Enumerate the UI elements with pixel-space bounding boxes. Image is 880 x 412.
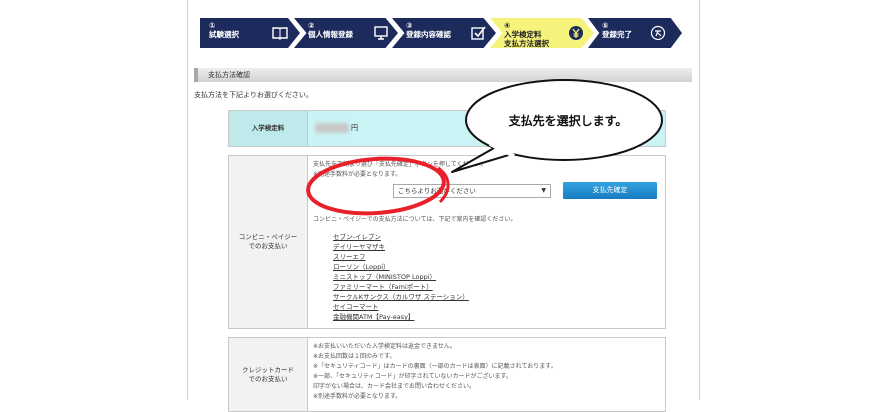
fee-label: 入学検定料 [229, 111, 308, 146]
credit-note-5: 印字がない場合は、カード会社までお問い合わせください。 [313, 383, 476, 390]
step-5-label: 登録完了 [602, 30, 632, 39]
link-lawson[interactable]: ローソン（Loppi） [333, 261, 390, 271]
credit-note-1: ※お支払いいただいた入学検定料は返金できません。 [313, 343, 456, 350]
credit-payment-row: クレジットカード でのお支払い ※お支払いいただいた入学検定料は返金できません。 … [228, 337, 666, 412]
credit-note-4: ※一部、「セキュリティコード」が印字されていないカードがございます。 [313, 373, 512, 380]
step-5: ⑤ 登録完了 [588, 18, 682, 48]
link-circle-k-sunkus[interactable]: サークルKサンクス（カルワザ ステーション） [333, 291, 469, 301]
step-3-label: 登録内容確認 [406, 30, 451, 39]
fee-amount-blurred [315, 123, 349, 133]
step-4-label-2: 支払方法選択 [504, 39, 549, 48]
callout-text: 支払先を選択します。 [508, 114, 628, 128]
step-5-number: ⑤ [602, 21, 609, 30]
complete-icon [650, 25, 666, 41]
step-4-active: ④ 入学検定料 支払方法選択 [490, 18, 594, 48]
link-pay-easy[interactable]: 金融機関ATM【Pay-easy】 [333, 311, 414, 321]
step-2-number: ② [308, 21, 315, 30]
book-icon [272, 27, 288, 40]
link-familymart[interactable]: ファミリーマート（Famiポート） [333, 281, 433, 291]
credit-label-line1: クレジットカード [242, 365, 294, 374]
credit-label-line2: でのお支払い [248, 374, 288, 383]
monitor-icon [374, 26, 388, 40]
step-2-label: 個人情報登録 [308, 30, 353, 39]
step-1-label: 試験選択 [209, 30, 239, 39]
step-1-number: ① [209, 21, 216, 30]
credit-value: ※お支払いいただいた入学検定料は返金できません。 ※お支払回数は１回のみです。 … [307, 338, 665, 411]
confirm-destination-button[interactable]: 支払先確定 [563, 182, 657, 199]
step-2: ② 個人情報登録 [294, 18, 398, 48]
fee-amount-unit: 円 [351, 124, 358, 132]
convenience-label: コンビニ・ペイジー でのお支払い [229, 156, 308, 328]
credit-label: クレジットカード でのお支払い [229, 338, 308, 411]
link-daily-yamazaki[interactable]: デイリーヤマザキ [333, 241, 385, 251]
step-3-number: ③ [406, 21, 413, 30]
credit-note-6: ※別途手数料が必要となります。 [313, 393, 402, 400]
link-ministop[interactable]: ミニストップ（MINISTOP Loppi） [333, 271, 436, 281]
link-three-f[interactable]: スリーエフ [333, 251, 366, 261]
credit-note-3: ※「セキュリティコード」はカードの裏面（一部のカードは表面）に記載されております… [313, 363, 557, 370]
convenience-label-line1: コンビニ・ペイジー [238, 233, 298, 241]
step-3: ③ 登録内容確認 [392, 18, 496, 48]
intro-text: 支払方法を下記よりお選びください。 [194, 91, 313, 99]
checkbox-icon [471, 26, 486, 40]
link-seicomart[interactable]: セイコーマート [333, 301, 379, 311]
step-4-number: ④ [504, 21, 511, 30]
step-progress-bar: ① 試験選択 ② 個人情報登録 ③ 登録内容確認 ④ 入学検定料 支払方法選択 ⑤ 登録完了 [200, 18, 682, 48]
credit-note-2: ※お支払回数は１回のみです。 [313, 353, 396, 360]
convenience-label-line2: でのお支払い [248, 242, 288, 250]
link-seven-eleven[interactable]: セブン-イレブン [333, 231, 381, 241]
step-1: ① 試験選択 [200, 18, 300, 48]
yen-icon [569, 26, 583, 40]
chevron-down-icon: ▼ [541, 187, 546, 194]
step-4-label: 入学検定料 [504, 30, 542, 39]
